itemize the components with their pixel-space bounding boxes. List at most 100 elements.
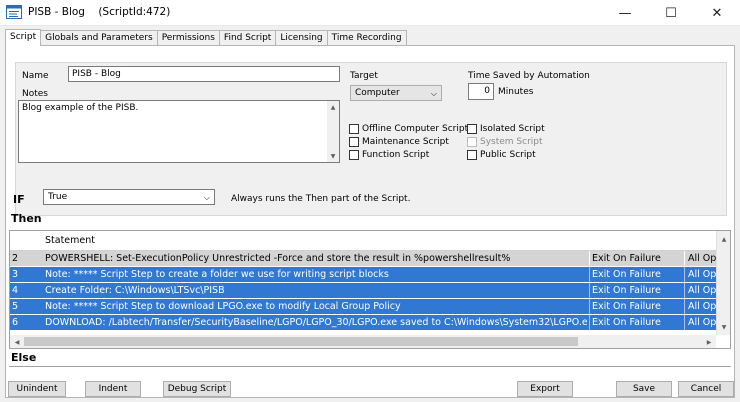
column-divider <box>684 251 685 266</box>
scroll-up-icon[interactable]: ▲ <box>327 101 339 113</box>
checkbox-box <box>467 137 477 147</box>
indent-button[interactable]: Indent <box>85 381 141 397</box>
chevron-down-icon: ⌵ <box>430 89 437 98</box>
checkbox-box[interactable] <box>349 150 359 160</box>
row-os: All Oper <box>688 253 716 264</box>
row-number: 5 <box>12 301 19 312</box>
column-divider <box>589 299 590 314</box>
column-divider <box>684 299 685 314</box>
row-number: 6 <box>12 317 19 328</box>
maintenance-script-checkbox[interactable]: Maintenance Script <box>349 137 449 147</box>
notes-text: Blog example of the PISB. <box>22 103 139 113</box>
else-label: Else <box>11 351 37 364</box>
column-divider <box>589 251 590 266</box>
time-saved-field[interactable]: 0 <box>468 83 494 100</box>
checkbox-box[interactable] <box>349 137 359 147</box>
chevron-down-icon: ⌵ <box>203 193 210 202</box>
time-saved-label: Time Saved by Automation <box>468 71 590 81</box>
row-statement: Create Folder: C:\Windows\LTSvc\PISB <box>45 285 225 296</box>
if-condition-value: True <box>48 192 68 202</box>
column-divider <box>684 267 685 282</box>
then-statements-grid[interactable]: Statement 2 POWERSHELL: Set-ExecutionPol… <box>9 230 731 349</box>
scroll-up-icon[interactable]: ▲ <box>718 233 730 245</box>
checkbox-box[interactable] <box>467 150 477 160</box>
notes-textarea[interactable]: Blog example of the PISB. ▲ ▼ <box>18 100 340 163</box>
row-number: 3 <box>12 269 19 280</box>
unindent-button[interactable]: Unindent <box>8 381 66 397</box>
row-statement: DOWNLOAD: /Labtech/Transfer/SecurityBase… <box>45 317 587 328</box>
checkbox-box[interactable] <box>349 124 359 134</box>
row-os: All Oper <box>688 285 716 296</box>
row-os: All Oper <box>688 317 716 328</box>
name-field[interactable]: PISB - Blog <box>68 66 340 82</box>
if-description: Always runs the Then part of the Script. <box>231 194 411 204</box>
scroll-down-icon[interactable]: ▼ <box>327 150 339 162</box>
system-script-checkbox: System Script <box>467 137 543 147</box>
row-on-failure: Exit On Failure <box>592 317 661 328</box>
notes-label: Notes <box>22 89 48 99</box>
table-row[interactable]: 6 DOWNLOAD: /Labtech/Transfer/SecurityBa… <box>10 315 716 330</box>
row-number: 2 <box>12 253 19 264</box>
table-row[interactable]: 5 Note: ***** Script Step to download LP… <box>10 299 716 314</box>
cancel-button[interactable]: Cancel <box>678 381 734 397</box>
statement-column-header[interactable]: Statement <box>45 235 95 246</box>
offline-computer-script-checkbox[interactable]: Offline Computer Script <box>349 124 468 134</box>
row-on-failure: Exit On Failure <box>592 301 661 312</box>
target-select-value: Computer <box>355 88 400 98</box>
if-label: IF <box>13 193 25 206</box>
row-number: 4 <box>12 285 19 296</box>
maximize-button[interactable]: ☐ <box>648 0 694 26</box>
row-on-failure: Exit On Failure <box>592 269 661 280</box>
row-statement: Note: ***** Script Step to create a fold… <box>45 269 389 280</box>
debug-script-button[interactable]: Debug Script <box>163 381 231 397</box>
column-divider <box>684 315 685 330</box>
tab-permissions[interactable]: Permissions <box>156 30 220 46</box>
checkbox-box[interactable] <box>467 124 477 134</box>
tab-find-script[interactable]: Find Script <box>218 30 277 46</box>
window-title: PISB - Blog (ScriptId:472) <box>28 6 171 18</box>
close-button[interactable]: ✕ <box>694 0 740 26</box>
notes-scrollbar[interactable]: ▲ ▼ <box>327 101 339 162</box>
export-button[interactable]: Export <box>517 381 573 397</box>
row-statement: POWERSHELL: Set-ExecutionPolicy Unrestri… <box>45 253 511 264</box>
table-row[interactable]: 3 Note: ***** Script Step to create a fo… <box>10 267 716 282</box>
if-condition-select[interactable]: True ⌵ <box>43 189 215 205</box>
isolated-script-checkbox[interactable]: Isolated Script <box>467 124 545 134</box>
tab-strip: Script Globals and Parameters Permission… <box>5 29 407 46</box>
column-divider <box>684 283 685 298</box>
maximize-icon: ☐ <box>665 5 677 21</box>
scroll-left-icon[interactable]: ◀ <box>11 336 23 348</box>
tab-script[interactable]: Script <box>5 29 42 46</box>
tab-globals-and-parameters[interactable]: Globals and Parameters <box>40 30 158 46</box>
save-button[interactable]: Save <box>616 381 672 397</box>
row-on-failure: Exit On Failure <box>592 253 661 264</box>
grid-vertical-scrollbar[interactable]: ▲ ▼ <box>716 231 730 335</box>
title-bar: PISB - Blog (ScriptId:472) — ☐ ✕ <box>0 0 740 26</box>
script-tab-panel: Name PISB - Blog Notes Blog example of t… <box>5 45 735 398</box>
target-label: Target <box>350 71 378 81</box>
close-icon: ✕ <box>711 5 723 21</box>
target-select[interactable]: Computer ⌵ <box>350 85 442 101</box>
row-on-failure: Exit On Failure <box>592 285 661 296</box>
row-statement: Note: ***** Script Step to download LPGO… <box>45 301 401 312</box>
column-divider <box>589 315 590 330</box>
public-script-checkbox[interactable]: Public Script <box>467 150 536 160</box>
then-label: Then <box>11 212 42 225</box>
minutes-label: Minutes <box>498 87 534 97</box>
row-os: All Oper <box>688 301 716 312</box>
else-statements-grid[interactable] <box>9 366 731 369</box>
scroll-right-icon[interactable]: ▶ <box>703 336 715 348</box>
table-row[interactable]: 2 POWERSHELL: Set-ExecutionPolicy Unrest… <box>10 251 716 266</box>
name-label: Name <box>22 71 49 81</box>
app-script-icon <box>6 5 22 19</box>
scrollbar-thumb[interactable] <box>24 337 578 346</box>
grid-horizontal-scrollbar[interactable]: ◀ ▶ <box>10 335 716 348</box>
column-divider <box>589 283 590 298</box>
scroll-down-icon[interactable]: ▼ <box>718 321 730 333</box>
minimize-button[interactable]: — <box>602 0 648 26</box>
tab-licensing[interactable]: Licensing <box>275 30 328 46</box>
function-script-checkbox[interactable]: Function Script <box>349 150 429 160</box>
table-row[interactable]: 4 Create Folder: C:\Windows\LTSvc\PISB E… <box>10 283 716 298</box>
tab-time-recording[interactable]: Time Recording <box>326 30 407 46</box>
minimize-icon: — <box>618 5 632 21</box>
